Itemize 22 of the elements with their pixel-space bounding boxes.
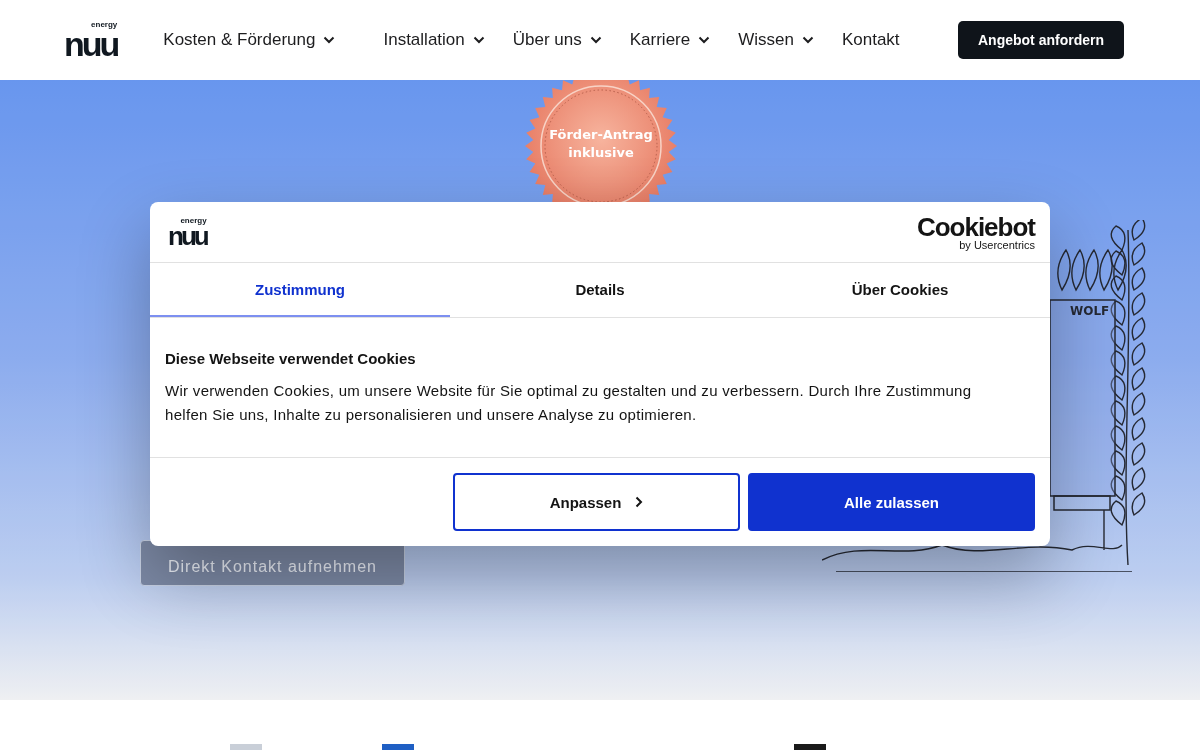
logo-wordmark: nuu: [168, 225, 207, 247]
nav-link[interactable]: Wissen: [726, 30, 826, 50]
badge-text: Förder-Antrag inklusive: [548, 126, 654, 162]
provider-name: Cookiebot: [916, 213, 1035, 240]
logo-tagline: energy: [91, 21, 118, 29]
dialog-text: Wir verwenden Cookies, um unsere Website für Sie optimal zu gestalten und zu verbessern. Durch Ihre Zustimmung helfen Sie uns, Inhalte zu personalisieren und unsere Analyse zu optimieren.: [165, 381, 973, 425]
request-offer-button[interactable]: Angebot anfordern: [958, 21, 1124, 59]
logo-wordmark: nuu: [64, 29, 118, 59]
customize-button[interactable]: Anpassen: [453, 473, 740, 531]
brand-label: WOLF: [1070, 304, 1110, 318]
nav-link[interactable]: Kontakt: [829, 30, 912, 50]
nav-link[interactable]: Installation: [371, 30, 497, 50]
chevron-right-icon: [635, 496, 644, 508]
provider-byline: by Usercentrics: [959, 239, 1035, 251]
nav-link[interactable]: Kosten & Förderung: [151, 30, 348, 50]
nav-link[interactable]: Karriere: [617, 30, 723, 50]
allow-all-button[interactable]: Alle zulassen: [748, 473, 1035, 531]
nav-link[interactable]: Über uns: [500, 30, 614, 50]
dialog-tab[interactable]: Zustimmung: [150, 263, 450, 317]
dialog-heading: Diese Webseite verwendet Cookies: [165, 350, 417, 367]
logo-tagline: energy: [180, 217, 207, 225]
site-logo[interactable]: energy nuu: [64, 21, 152, 59]
